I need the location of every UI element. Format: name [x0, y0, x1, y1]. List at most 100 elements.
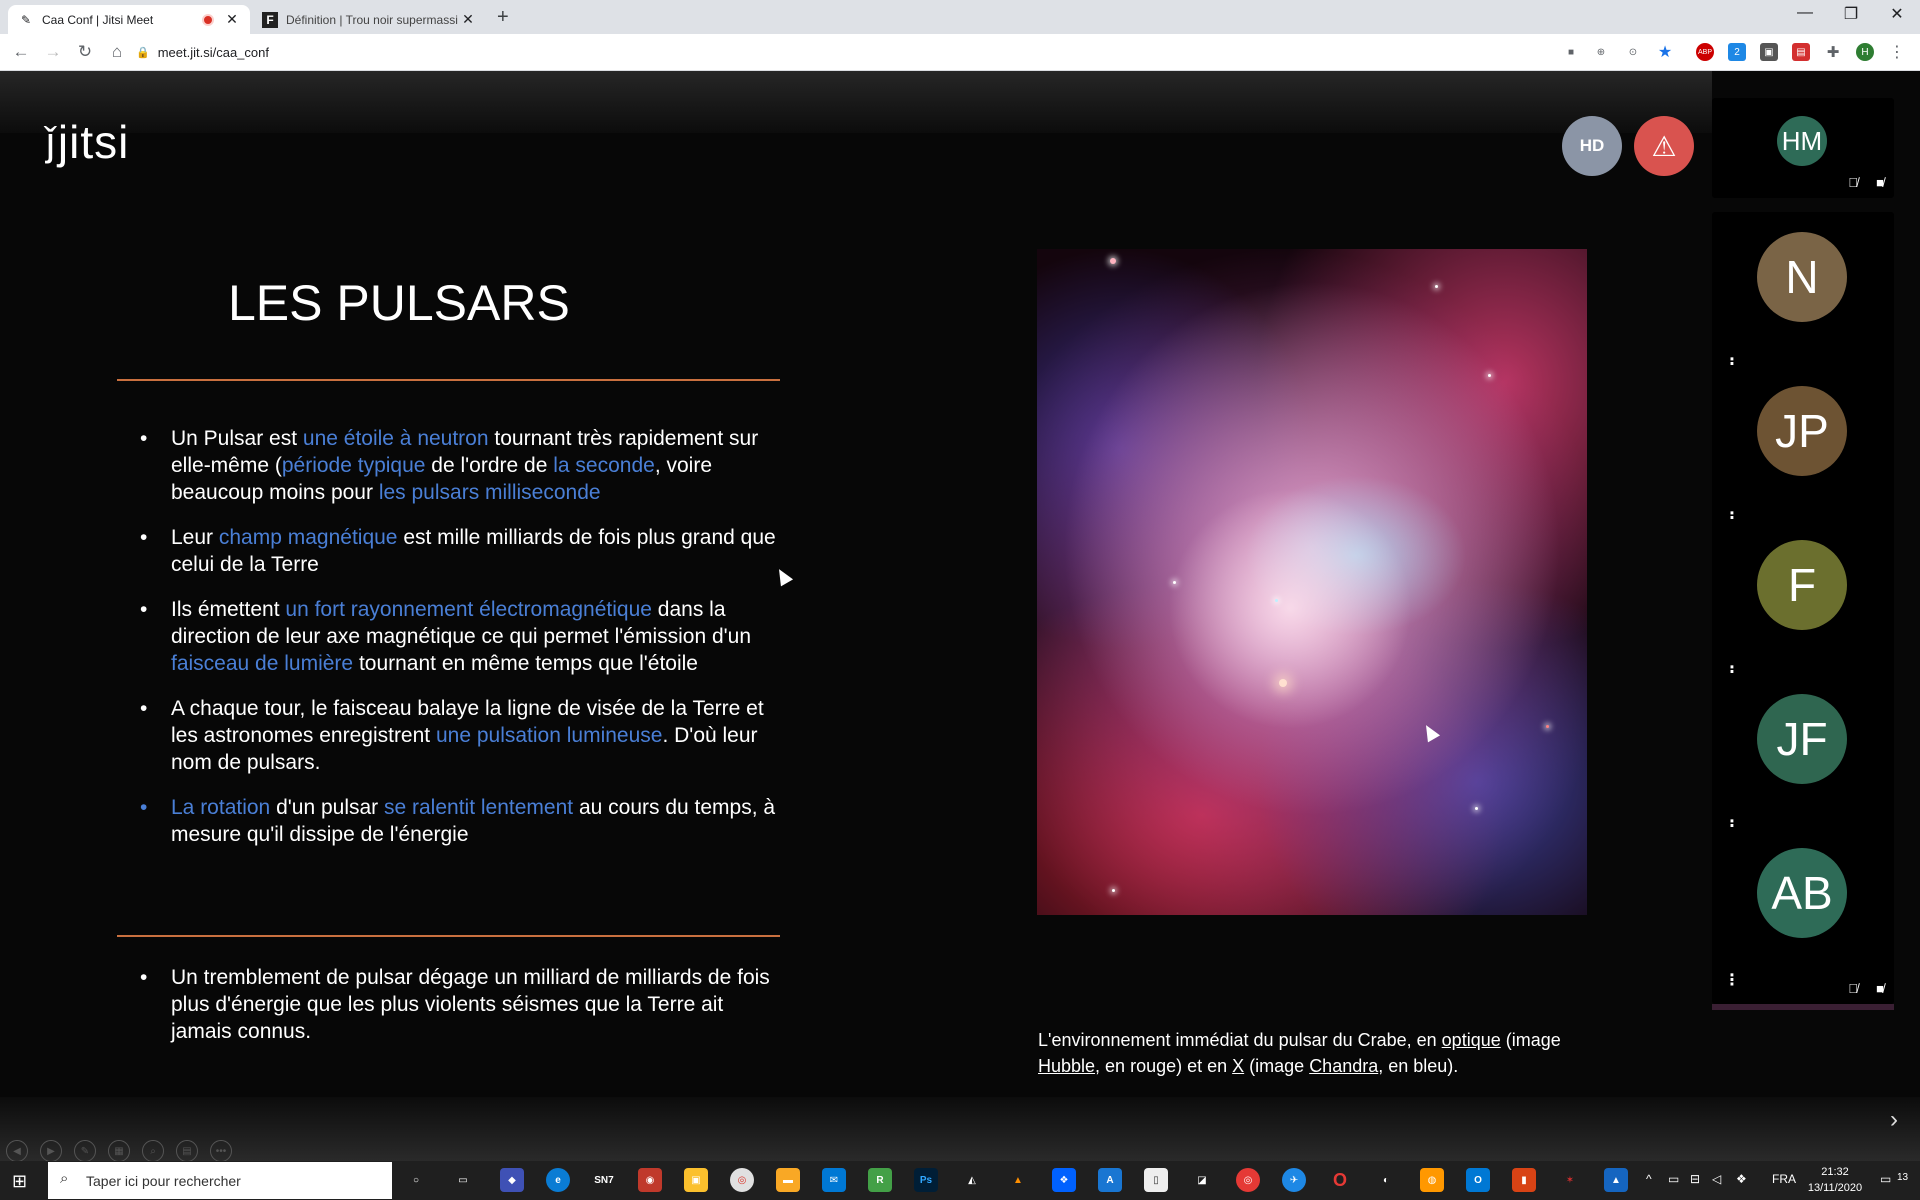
app-icon[interactable]: ◪: [1190, 1168, 1214, 1192]
app-icon[interactable]: ◎: [1236, 1168, 1260, 1192]
store-icon[interactable]: ▣: [684, 1168, 708, 1192]
futura-favicon-icon: F: [262, 11, 278, 28]
caption-link[interactable]: Chandra: [1309, 1056, 1378, 1076]
edge-icon[interactable]: e: [546, 1168, 570, 1192]
app-icon[interactable]: ✈: [1282, 1168, 1306, 1192]
chrome-icon[interactable]: ◎: [730, 1168, 754, 1192]
opera-icon[interactable]: O: [1328, 1168, 1352, 1192]
zoom-icon[interactable]: ⌕: [142, 1140, 164, 1162]
forward-icon[interactable]: →: [42, 42, 64, 62]
app-icon[interactable]: A: [1098, 1168, 1122, 1192]
windows-start-icon[interactable]: ⊞: [12, 1171, 27, 1192]
extension-icon[interactable]: 2: [1728, 43, 1746, 61]
install-icon[interactable]: ⊕: [1592, 43, 1610, 61]
profile-avatar[interactable]: H: [1856, 43, 1874, 61]
camera-icon[interactable]: ■: [1562, 43, 1580, 61]
previous-slide-icon[interactable]: ◀: [6, 1140, 28, 1162]
bullet-list: Un Pulsar est une étoile à neutron tourn…: [137, 425, 777, 866]
taskbar-search[interactable]: ⌕ Taper ici pour rechercher: [48, 1162, 392, 1199]
more-options-icon[interactable]: •••: [210, 1140, 232, 1162]
crab-nebula-image: [1037, 249, 1587, 915]
bookmark-star-icon[interactable]: ★: [1656, 43, 1674, 61]
tab-definition[interactable]: F Définition | Trou noir supermassi ✕: [252, 5, 486, 34]
app-icon[interactable]: ◍: [1420, 1168, 1444, 1192]
participant-tile[interactable]: AB ⋮ 🎙̸ ■̸: [1712, 828, 1894, 1010]
language-indicator[interactable]: FRA: [1772, 1172, 1796, 1186]
hd-quality-badge[interactable]: HD: [1562, 116, 1622, 176]
app-icon[interactable]: ✶: [1558, 1168, 1582, 1192]
notification-count: 13: [1897, 1172, 1909, 1183]
participant-tile[interactable]: N⋮🎙̸■̸: [1712, 212, 1894, 394]
highlighted-text: une pulsation lumineuse: [435, 724, 663, 747]
puzzle-icon[interactable]: ✚: [1824, 43, 1842, 61]
zoom-icon[interactable]: ⊙: [1624, 43, 1642, 61]
star: [1488, 374, 1491, 377]
photos-icon[interactable]: ▲: [1604, 1168, 1628, 1192]
address-bar[interactable]: 🔒 meet.jit.si/caa_conf: [136, 38, 1536, 66]
app-icon[interactable]: R: [868, 1168, 892, 1192]
participant-tile[interactable]: F⋮🎙̸■̸: [1712, 520, 1894, 702]
participant-tile[interactable]: HM 🎙̸ ■̸: [1712, 98, 1894, 198]
clock[interactable]: 21:32 13/11/2020: [1800, 1164, 1870, 1196]
volume-icon[interactable]: ◁: [1712, 1172, 1721, 1186]
app-icon[interactable]: ◭: [960, 1168, 984, 1192]
task-view-icon[interactable]: ▭: [451, 1168, 475, 1192]
close-window-button[interactable]: ✕: [1874, 4, 1920, 24]
dropbox-tray-icon[interactable]: ❖: [1736, 1172, 1747, 1186]
maximize-button[interactable]: ❐: [1828, 4, 1874, 24]
star: [1546, 725, 1549, 728]
participant-avatar: JF: [1757, 694, 1847, 784]
dropbox-icon[interactable]: ❖: [1052, 1168, 1076, 1192]
new-tab-button[interactable]: +: [497, 6, 509, 29]
caption-link[interactable]: Hubble: [1038, 1056, 1095, 1076]
close-tab-icon[interactable]: ✕: [460, 11, 476, 28]
app-icon[interactable]: ◆: [500, 1168, 524, 1192]
caption-link[interactable]: optique: [1442, 1030, 1501, 1050]
tab-jitsi[interactable]: ✎ Caa Conf | Jitsi Meet ✕: [8, 5, 250, 34]
adblock-icon[interactable]: ABP: [1696, 43, 1714, 61]
notifications-icon[interactable]: ▭: [1880, 1172, 1891, 1186]
warning-icon[interactable]: ⚠: [1634, 116, 1694, 176]
caption-text: , en bleu).: [1378, 1056, 1459, 1076]
participant-avatar: JP: [1757, 386, 1847, 476]
highlighted-text: un fort rayonnement électromagnétique: [285, 598, 652, 621]
subtitles-icon[interactable]: ▤: [176, 1140, 198, 1162]
pen-icon[interactable]: ✎: [74, 1140, 96, 1162]
notepad-icon[interactable]: ▯: [1144, 1168, 1168, 1192]
explorer-icon[interactable]: ▬: [776, 1168, 800, 1192]
extension-icon[interactable]: ▣: [1760, 43, 1778, 61]
photoshop-icon[interactable]: Ps: [914, 1168, 938, 1192]
participant-menu-icon[interactable]: ⋮: [1724, 970, 1740, 990]
vlc-icon[interactable]: ▲: [1006, 1168, 1030, 1192]
chevron-right-icon[interactable]: ›: [1890, 1106, 1898, 1134]
extension-icon[interactable]: ▤: [1792, 43, 1810, 61]
next-slide-icon[interactable]: ▶: [40, 1140, 62, 1162]
highlighted-text: se ralentit lentement: [384, 796, 574, 819]
sn7-icon[interactable]: SN7: [592, 1168, 616, 1192]
app-icon[interactable]: ◐: [1374, 1168, 1398, 1192]
close-tab-icon[interactable]: ✕: [224, 11, 240, 28]
muted-mic-icon: 🎙̸: [1848, 981, 1858, 996]
cortana-icon[interactable]: ○: [404, 1168, 428, 1192]
tab-title: Caa Conf | Jitsi Meet: [42, 12, 154, 27]
back-icon[interactable]: ←: [10, 42, 32, 62]
network-icon[interactable]: ⊟: [1690, 1172, 1700, 1186]
slides-icon[interactable]: ▦: [108, 1140, 130, 1162]
tray-icon[interactable]: ▭: [1668, 1172, 1679, 1186]
mail-icon[interactable]: ✉: [822, 1168, 846, 1192]
highlighted-text: période typique: [281, 454, 426, 477]
outlook-icon[interactable]: O: [1466, 1168, 1490, 1192]
reload-icon[interactable]: ↻: [74, 42, 96, 62]
minimize-button[interactable]: —: [1782, 4, 1828, 22]
menu-icon[interactable]: ⋮: [1888, 43, 1906, 61]
home-icon[interactable]: ⌂: [106, 42, 128, 62]
app-icon[interactable]: ◉: [638, 1168, 662, 1192]
recording-indicator-icon: [202, 13, 214, 26]
participant-tile[interactable]: JF⋮🎙̸■̸: [1712, 674, 1894, 856]
windows-taskbar: ⊞ ⌕ Taper ici pour rechercher ○ ▭ ◆ e SN…: [0, 1161, 1920, 1200]
participant-tile[interactable]: JP⋮🎙̸■̸: [1712, 366, 1894, 548]
tray-expand-icon[interactable]: ^: [1646, 1172, 1652, 1186]
office-icon[interactable]: ▮: [1512, 1168, 1536, 1192]
caption-link[interactable]: X: [1232, 1056, 1244, 1076]
jitsi-logo[interactable]: ǰ jitsi: [46, 115, 129, 169]
